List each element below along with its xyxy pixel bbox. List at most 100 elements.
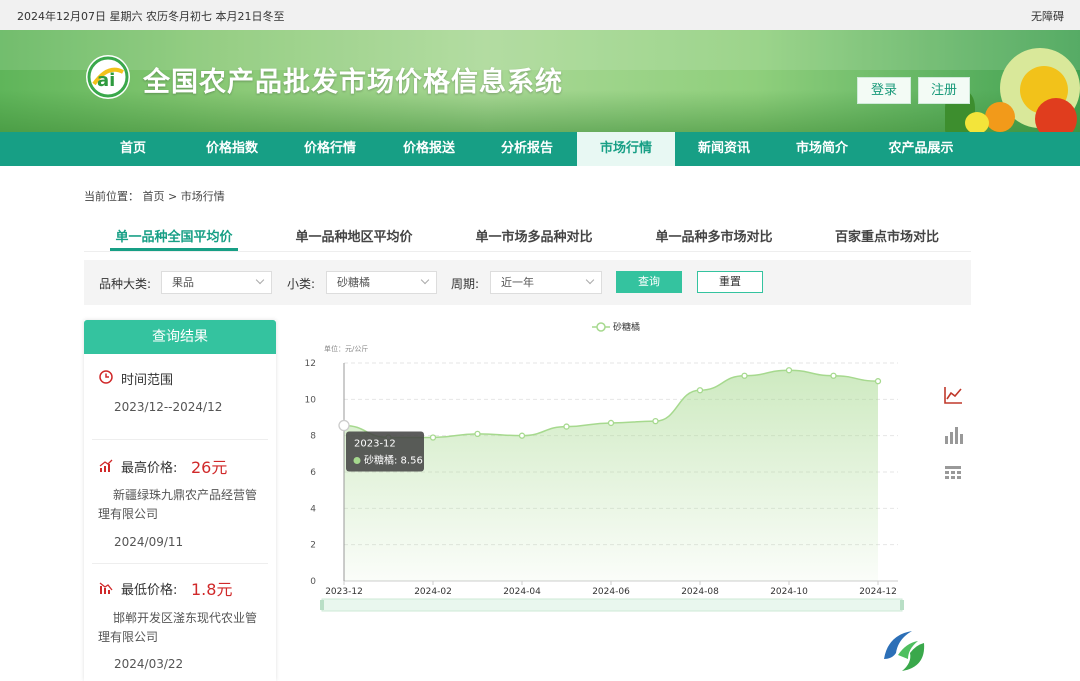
nav-item-price-report[interactable]: 价格报送 — [380, 132, 478, 166]
breadcrumb-separator: > — [168, 190, 178, 203]
nav-item-market-intro[interactable]: 市场简介 — [773, 132, 871, 166]
top-info-bar: 2024年12月07日 星期六 农历冬月初七 本月21日冬至 无障碍 — [0, 0, 1080, 30]
data-point — [474, 430, 481, 437]
tab-regional-average[interactable]: 单一品种地区平均价 — [284, 226, 424, 245]
y-tick-label: 2 — [310, 541, 316, 551]
y-tick-label: 4 — [310, 504, 316, 514]
min-price-market: 邯郸开发区滏东现代农业管理有限公司 — [98, 611, 258, 644]
period-select-value: 近一年 — [501, 276, 534, 289]
date-text: 2024年12月07日 星期六 农历冬月初七 本月21日冬至 — [17, 10, 285, 23]
time-range-value: 2023/12--2024/12 — [114, 400, 223, 414]
x-tick-label: 2024-02 — [414, 587, 452, 597]
x-tick-label: 2024-04 — [503, 587, 541, 597]
filter-bar: 品种大类: 果品 小类: 砂糖橘 周期: 近一年 查询 重置 — [84, 260, 971, 305]
main-nav: 首页 价格指数 价格行情 价格报送 分析报告 市场行情 新闻资讯 市场简介 农产… — [0, 132, 1080, 166]
login-button[interactable]: 登录 — [857, 77, 911, 104]
breadcrumb: 当前位置： 首页 > 市场行情 — [84, 188, 225, 204]
nav-item-price-quotes[interactable]: 价格行情 — [281, 132, 379, 166]
subcategory-select[interactable]: 砂糖橘 — [326, 271, 437, 294]
y-tick-label: 0 — [310, 577, 316, 587]
table-icon[interactable] — [942, 462, 964, 484]
chevron-down-icon — [255, 275, 265, 285]
nav-item-price-index[interactable]: 价格指数 — [183, 132, 281, 166]
period-label: 周期: — [451, 277, 480, 291]
data-point — [696, 387, 704, 394]
y-tick-label: 6 — [310, 468, 316, 478]
price-chart-svg[interactable]: 砂糖橘单位：元/公斤 0 2 4 6 8 10 12 2023-12 2024-02 2024-04… — [290, 314, 930, 624]
data-point — [741, 372, 748, 379]
query-button[interactable]: 查询 — [616, 271, 682, 293]
breadcrumb-current: 市场行情 — [180, 190, 225, 203]
tooltip-marker — [353, 456, 361, 464]
tab-variety-multi-market[interactable]: 单一品种多市场对比 — [644, 226, 784, 245]
nav-item-home[interactable]: 首页 — [84, 132, 182, 166]
data-point — [785, 367, 793, 374]
data-point — [830, 372, 837, 379]
time-range-label: 时间范围 — [121, 373, 174, 388]
register-button[interactable]: 注册 — [918, 77, 970, 104]
accessibility-link[interactable]: 无障碍 — [1031, 8, 1064, 24]
x-tick-label: 2023-12 — [325, 587, 363, 597]
category-select[interactable]: 果品 — [161, 271, 272, 294]
zoom-handle-right — [900, 600, 904, 610]
y-tick-label: 12 — [305, 359, 316, 369]
divider — [92, 563, 268, 564]
nav-item-market[interactable]: 市场行情 — [577, 132, 675, 166]
series-area — [344, 370, 878, 581]
category-select-value: 果品 — [172, 276, 194, 289]
min-price-value: 1.8元 — [191, 580, 233, 599]
vegetable-decoration — [965, 112, 989, 132]
x-tick-label: 2024-12 — [859, 587, 897, 597]
trend-down-icon — [99, 582, 113, 594]
tab-key-markets[interactable]: 百家重点市场对比 — [824, 226, 950, 245]
data-point — [518, 432, 526, 439]
data-point — [652, 417, 659, 425]
query-tabs: 单一品种全国平均价 单一品种地区平均价 单一市场多品种对比 单一品种多市场对比 … — [84, 217, 971, 252]
tab-market-multi-variety[interactable]: 单一市场多品种对比 — [464, 226, 604, 245]
svg-text:ai: ai — [97, 70, 115, 91]
clock-icon — [99, 370, 113, 384]
x-tick-label: 2024-06 — [592, 587, 630, 597]
unit-label: 单位：元/公斤 — [324, 344, 368, 353]
zoom-handle-left — [320, 600, 324, 610]
trend-up-icon — [99, 459, 113, 472]
tooltip-title: 2023-12 — [354, 438, 396, 449]
data-point — [338, 419, 350, 432]
category-label: 品种大类: — [99, 277, 152, 291]
reset-button[interactable]: 重置 — [697, 271, 763, 293]
site-title: 全国农产品批发市场价格信息系统 — [143, 67, 563, 98]
header-banner: ai 全国农产品批发市场价格信息系统 登录 注册 — [0, 30, 1080, 132]
data-point — [429, 434, 437, 441]
tab-national-average[interactable]: 单一品种全国平均价 — [104, 226, 244, 245]
nav-item-news[interactable]: 新闻资讯 — [675, 132, 773, 166]
price-chart[interactable]: 砂糖橘 单位：元/公斤 0 2 4 6 8 10 12 2023-12 2024-02 2024-04… — [290, 314, 930, 624]
vegetable-decoration — [1035, 98, 1077, 132]
y-tick-label: 8 — [310, 432, 316, 442]
nav-item-products[interactable]: 农产品展示 — [871, 132, 971, 166]
legend-marker — [596, 322, 606, 332]
x-tick-label: 2024-10 — [770, 587, 808, 597]
max-price-market: 新疆绿珠九鼎农产品经营管理有限公司 — [98, 488, 258, 521]
data-point — [874, 378, 882, 385]
vegetable-decoration — [985, 102, 1015, 132]
breadcrumb-home[interactable]: 首页 — [143, 190, 165, 203]
divider — [92, 439, 268, 440]
floating-logo-icon[interactable] — [878, 625, 930, 677]
legend-label: 砂糖橘 — [613, 321, 640, 333]
result-panel: 查询结果 时间范围 2023/12--2024/12 最高价格: 26元 新疆绿… — [84, 320, 276, 681]
period-select[interactable]: 近一年 — [490, 271, 602, 294]
min-price-date: 2024/03/22 — [114, 657, 184, 671]
x-tick-label: 2024-08 — [681, 587, 719, 597]
tooltip-value: 砂糖橘: 8.56 — [364, 453, 423, 466]
breadcrumb-prefix: 当前位置： — [84, 190, 139, 203]
result-panel-title: 查询结果 — [84, 320, 276, 354]
data-point — [563, 423, 570, 430]
site-logo-icon: ai — [86, 55, 130, 99]
max-price-value: 26元 — [191, 458, 228, 477]
subcategory-select-value: 砂糖橘 — [337, 276, 370, 289]
max-price-date: 2024/09/11 — [114, 535, 184, 549]
line-chart-icon[interactable] — [942, 384, 964, 406]
chevron-down-icon — [585, 275, 595, 285]
nav-item-analysis[interactable]: 分析报告 — [478, 132, 576, 166]
bar-chart-icon[interactable] — [942, 424, 964, 446]
